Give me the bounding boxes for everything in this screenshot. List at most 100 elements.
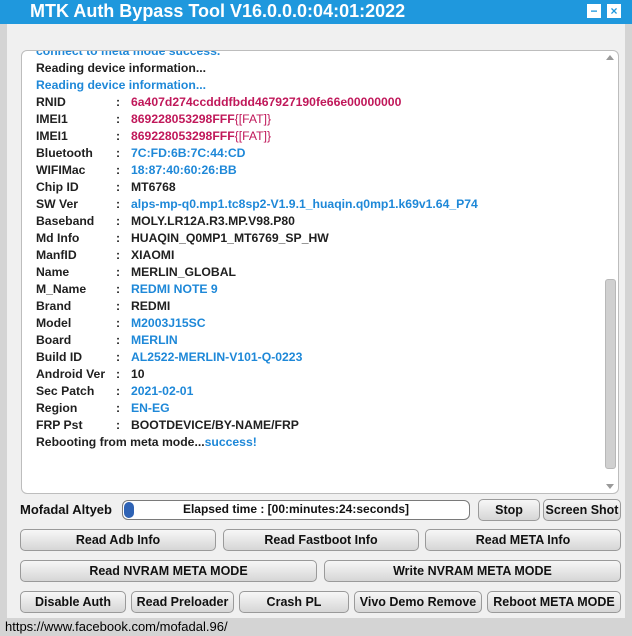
owner-label: Mofadal Altyeb: [20, 502, 112, 517]
info-separator: :: [116, 146, 121, 160]
crash-pl-button[interactable]: Crash PL: [239, 591, 349, 613]
screen-shot-button[interactable]: Screen Shot: [543, 499, 621, 521]
info-label: Chip ID: [36, 180, 79, 194]
log-line-reboot: Rebooting from meta mode...success!: [36, 434, 601, 451]
info-separator: :: [116, 367, 121, 381]
info-value: MERLIN: [131, 333, 178, 347]
progress-bar: Elapsed time : [00:minutes:24:seconds]: [122, 500, 470, 520]
info-row: Md Info: HUAQIN_Q0MP1_MT6769_SP_HW: [36, 230, 601, 247]
info-label: Sec Patch: [36, 384, 95, 398]
info-row: Build ID: AL2522-MERLIN-V101-Q-0223: [36, 349, 601, 366]
info-row: Board: MERLIN: [36, 332, 601, 349]
info-separator: :: [116, 282, 121, 296]
info-value: 869228053298FFF: [131, 129, 235, 143]
info-label: ManfID: [36, 248, 77, 262]
info-label: FRP Pst: [36, 418, 83, 432]
log-scrollbar[interactable]: [604, 53, 617, 491]
scroll-up-icon[interactable]: [606, 55, 614, 60]
info-row: RNID:6a407d274ccdddfbdd467927190fe66e000…: [36, 94, 601, 111]
facebook-link[interactable]: https://www.facebook.com/mofadal.96/: [5, 619, 228, 634]
info-separator: :: [116, 265, 121, 279]
info-row: IMEI1:869228053298FFF{[FAT]}: [36, 128, 601, 145]
read-preloader-button[interactable]: Read Preloader: [131, 591, 234, 613]
log-line-partial: connect to meta mode success.: [36, 50, 221, 58]
reboot-text: Rebooting from meta mode...: [36, 435, 205, 449]
info-value: HUAQIN_Q0MP1_MT6769_SP_HW: [131, 231, 329, 245]
elapsed-time: Elapsed time : [00:minutes:24:seconds]: [182, 502, 410, 516]
info-label: Baseband: [36, 214, 95, 228]
info-value: EN-EG: [131, 401, 170, 415]
read-fastboot-info-button[interactable]: Read Fastboot Info: [223, 529, 419, 551]
info-value: MT6768: [131, 180, 176, 194]
info-label: Name: [36, 265, 70, 279]
title-bar: MTK Auth Bypass Tool V16.0.0.0:04:01:202…: [0, 0, 632, 24]
info-separator: :: [116, 214, 121, 228]
stop-button[interactable]: Stop: [478, 499, 540, 521]
info-label: Build ID: [36, 350, 83, 364]
log-line-reading-blue: Reading device information...: [36, 78, 206, 92]
info-row: M_Name: REDMI NOTE 9: [36, 281, 601, 298]
info-value: 869228053298FFF: [131, 112, 235, 126]
info-label: Android Ver: [36, 367, 106, 381]
info-value: 10: [131, 367, 145, 381]
write-nvram-meta-button[interactable]: Write NVRAM META MODE: [324, 560, 621, 582]
info-label: Md Info: [36, 231, 80, 245]
info-value: REDMI: [131, 299, 171, 313]
info-value: MOLY.LR12A.R3.MP.V98.P80: [131, 214, 295, 228]
info-value: 18:87:40:60:26:BB: [131, 163, 237, 177]
info-value: XIAOMI: [131, 248, 175, 262]
info-label: Brand: [36, 299, 72, 313]
disable-auth-button[interactable]: Disable Auth: [20, 591, 126, 613]
scroll-down-icon[interactable]: [606, 484, 614, 489]
info-label: IMEI1: [36, 112, 68, 126]
info-row: Bluetooth:7C:FD:6B:7C:44:CD: [36, 145, 601, 162]
info-label: M_Name: [36, 282, 87, 296]
info-separator: :: [116, 384, 121, 398]
device-info-rows: RNID:6a407d274ccdddfbdd467927190fe66e000…: [36, 94, 601, 434]
log-line-reading: Reading device information...: [36, 61, 206, 75]
info-separator: :: [116, 299, 121, 313]
info-row: Android Ver:10: [36, 366, 601, 383]
info-label: WIFIMac: [36, 163, 86, 177]
main-panel: connect to meta mode success. Reading de…: [7, 24, 625, 618]
info-row: Chip ID: MT6768: [36, 179, 601, 196]
info-suffix: {[FAT]}: [234, 129, 272, 143]
info-separator: :: [116, 163, 121, 177]
log-output[interactable]: connect to meta mode success. Reading de…: [21, 50, 619, 494]
info-row: WIFIMac:18:87:40:60:26:BB: [36, 162, 601, 179]
read-meta-info-button[interactable]: Read META Info: [425, 529, 621, 551]
vivo-demo-remove-button[interactable]: Vivo Demo Remove: [354, 591, 482, 613]
close-button[interactable]: ×: [606, 3, 622, 19]
info-label: IMEI1: [36, 129, 68, 143]
minimize-button[interactable]: −: [586, 3, 602, 19]
info-label: Model: [36, 316, 72, 330]
info-separator: :: [116, 112, 121, 126]
info-suffix: {[FAT]}: [234, 112, 272, 126]
reboot-meta-mode-button[interactable]: Reboot META MODE: [487, 591, 621, 613]
window-title: MTK Auth Bypass Tool V16.0.0.0:04:01:202…: [30, 1, 406, 21]
info-separator: :: [116, 248, 121, 262]
info-separator: :: [116, 231, 121, 245]
log-lines: connect to meta mode success. Reading de…: [36, 50, 601, 451]
info-separator: :: [116, 129, 121, 143]
info-label: SW Ver: [36, 197, 78, 211]
info-row: Name: MERLIN_GLOBAL: [36, 264, 601, 281]
info-label: RNID: [36, 95, 66, 109]
info-row: FRP Pst: BOOTDEVICE/BY-NAME/FRP: [36, 417, 601, 434]
info-row: IMEI1:869228053298FFF{[FAT]}: [36, 111, 601, 128]
info-separator: :: [116, 333, 121, 347]
info-row: Model: M2003J15SC: [36, 315, 601, 332]
info-row: Region: EN-EG: [36, 400, 601, 417]
info-separator: :: [116, 197, 121, 211]
status-bar: https://www.facebook.com/mofadal.96/: [0, 618, 632, 636]
info-label: Bluetooth: [36, 146, 93, 160]
info-label: Region: [36, 401, 78, 415]
read-nvram-meta-button[interactable]: Read NVRAM META MODE: [20, 560, 317, 582]
read-adb-info-button[interactable]: Read Adb Info: [20, 529, 216, 551]
scrollbar-thumb[interactable]: [605, 279, 616, 469]
info-row: SW Ver: alps-mp-q0.mp1.tc8sp2-V1.9.1_huaq…: [36, 196, 601, 213]
info-value: REDMI NOTE 9: [131, 282, 218, 296]
info-separator: :: [116, 316, 121, 330]
info-row: Brand: REDMI: [36, 298, 601, 315]
info-row: Baseband: MOLY.LR12A.R3.MP.V98.P80: [36, 213, 601, 230]
